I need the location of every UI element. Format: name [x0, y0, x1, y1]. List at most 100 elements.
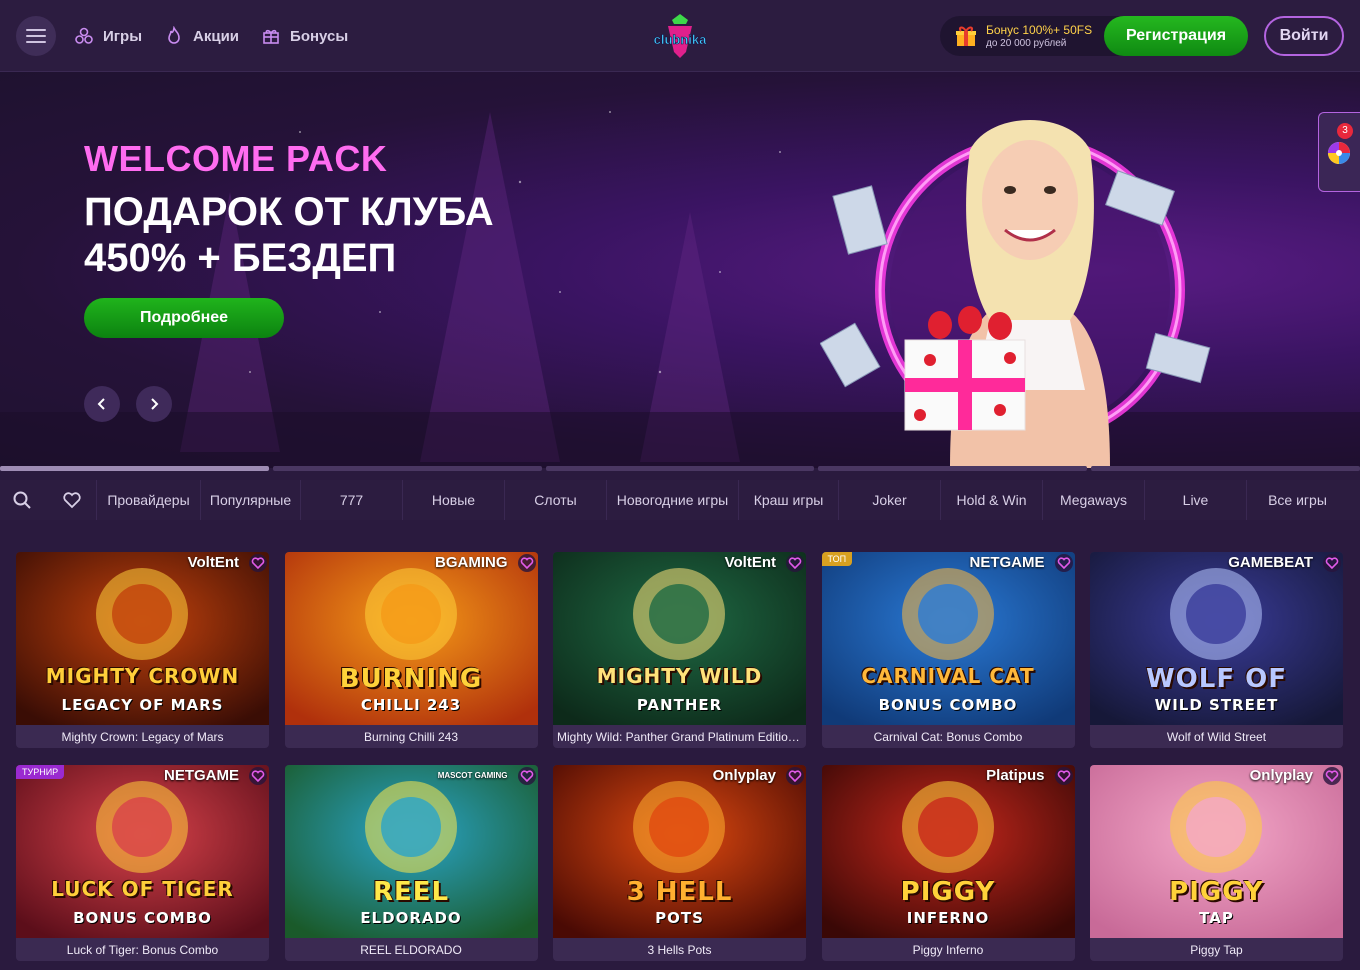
category-tab[interactable]: Новые — [402, 480, 504, 520]
game-title: Piggy Tap — [1190, 943, 1243, 957]
game-card[interactable]: 3 HELL POTS Onlyplay 3 Hells Pots — [553, 765, 806, 961]
provider-label: Onlyplay — [712, 767, 776, 784]
provider-label: GAMEBEAT — [1228, 554, 1313, 571]
favorite-button[interactable] — [1054, 767, 1073, 785]
game-thumbnail[interactable]: MIGHTY WILD PANTHER VoltEnt — [553, 552, 806, 725]
category-tab[interactable]: Live — [1144, 480, 1246, 520]
game-thumbnail[interactable]: REEL ELDORADO MASCOT GAMING — [284, 765, 538, 938]
game-thumbnail[interactable]: BURNING CHILLI 243 BGAMING — [284, 552, 538, 725]
favorite-button[interactable] — [786, 554, 804, 572]
favorite-button[interactable] — [517, 554, 536, 572]
burger-line — [26, 35, 46, 37]
nav-promotions[interactable]: Акции — [164, 24, 239, 48]
wheel-icon — [1328, 142, 1350, 164]
slide-indicator[interactable] — [818, 466, 1088, 471]
hero-subtitle: 450% + БЕЗДЕП — [84, 236, 397, 280]
nav-bonuses[interactable]: Бонусы — [261, 24, 348, 48]
fortune-wheel-widget[interactable]: 3 — [1318, 112, 1360, 192]
nav-games[interactable]: Игры — [74, 24, 142, 48]
provider-label: MASCOT GAMING — [437, 771, 508, 780]
heart-icon — [1057, 557, 1070, 570]
game-card[interactable]: MIGHTY WILD PANTHER VoltEnt Mighty Wild: Pa… — [553, 552, 806, 748]
next-slide-button[interactable] — [136, 386, 172, 422]
category-tab[interactable]: Joker — [838, 480, 940, 520]
game-thumbnail[interactable]: CARNIVAL CAT BONUS COMBO ТОП NETGAME — [821, 552, 1075, 725]
favorite-button[interactable] — [786, 767, 804, 785]
top-header: Игры Акции Бонусы clubnika Бонус 100%+ 5… — [0, 0, 1360, 72]
hero-kicker: WELCOME PACK — [84, 138, 388, 179]
slide-indicator[interactable] — [272, 466, 542, 471]
favorite-button[interactable] — [1323, 767, 1341, 785]
game-logo-line1: LUCK OF TIGER — [51, 877, 234, 901]
game-card[interactable]: CARNIVAL CAT BONUS COMBO ТОП NETGAME Carniva… — [821, 552, 1075, 748]
category-tab[interactable]: Все игры — [1246, 480, 1348, 520]
search-icon[interactable] — [12, 490, 32, 510]
prev-slide-button[interactable] — [84, 386, 120, 422]
game-card[interactable]: REEL ELDORADO MASCOT GAMING REEL ELDORADO — [284, 765, 538, 961]
game-logo-line2: BONUS COMBO — [73, 909, 212, 927]
game-thumbnail[interactable]: 3 HELL POTS Onlyplay — [553, 765, 806, 938]
favorite-button[interactable] — [249, 767, 267, 785]
game-title: 3 Hells Pots — [647, 943, 712, 957]
more-details-button[interactable]: Подробнее — [84, 298, 284, 338]
menu-button[interactable] — [16, 16, 56, 56]
heart-icon — [251, 770, 265, 783]
category-tab[interactable]: Новогодние игры — [606, 480, 738, 520]
category-tab[interactable]: 777 — [300, 480, 402, 520]
favorite-button[interactable] — [249, 554, 267, 572]
heart-icon — [1325, 557, 1339, 570]
favorites-heart-icon[interactable] — [62, 490, 82, 510]
gift-icon — [263, 29, 279, 44]
game-card[interactable]: BURNING CHILLI 243 BGAMING Burning Chilli 2… — [284, 552, 538, 748]
clubnika-logo[interactable]: clubnika — [650, 12, 710, 60]
game-thumbnail[interactable]: PIGGY TAP Onlyplay — [1090, 765, 1343, 938]
game-thumbnail[interactable]: LUCK OF TIGER BONUS COMBO ТУРНИР NETGAME — [16, 765, 269, 938]
slide-indicator[interactable] — [545, 466, 815, 471]
game-card[interactable]: PIGGY INFERNO Platipus Piggy Inferno — [821, 765, 1075, 961]
game-title: Luck of Tiger: Bonus Combo — [66, 943, 219, 957]
game-card[interactable]: MIGHTY CROWN LEGACY OF MARS VoltEnt Mighty … — [16, 552, 269, 748]
slide-indicator[interactable] — [0, 466, 269, 471]
game-logo-line2: LEGACY OF MARS — [61, 696, 224, 714]
favorite-button[interactable] — [1054, 554, 1073, 572]
slide-indicator[interactable] — [1091, 466, 1360, 471]
category-tab[interactable]: Краш игры — [738, 480, 838, 520]
login-button[interactable]: Войти — [1264, 16, 1344, 56]
chevron-left-icon — [97, 398, 105, 410]
game-logo-line1: WOLF OF — [1145, 664, 1288, 694]
heart-icon — [1057, 770, 1070, 783]
game-title: Wolf of Wild Street — [1166, 730, 1267, 744]
game-card[interactable]: PIGGY TAP Onlyplay Piggy Tap — [1090, 765, 1343, 961]
category-bar: Провайдеры Популярные 777 Новые Слоты Новогод… — [0, 480, 1360, 520]
category-tab[interactable]: Слоты — [504, 480, 606, 520]
gift-box-icon — [956, 26, 976, 46]
category-tab[interactable]: Hold & Win — [940, 480, 1042, 520]
notification-badge: 3 — [1337, 123, 1353, 139]
category-tab[interactable]: Популярные — [200, 480, 300, 520]
bonus-offer-text: Бонус 100%+ 50FS — [986, 23, 1093, 37]
game-logo-line2: CHILLI 243 — [360, 696, 462, 714]
register-button[interactable]: Регистрация — [1104, 16, 1248, 56]
game-card[interactable]: WOLF OF WILD STREET GAMEBEAT Wolf of Wild S… — [1090, 552, 1343, 748]
game-title: Burning Chilli 243 — [363, 730, 459, 744]
game-logo-line1: PIGGY — [900, 877, 996, 907]
game-logo-line1: CARNIVAL CAT — [861, 664, 1035, 688]
game-title: Mighty Crown: Legacy of Mars — [61, 730, 224, 744]
game-logo-line1: 3 HELL — [626, 877, 733, 907]
game-title: Carnival Cat: Bonus Combo — [873, 730, 1023, 744]
burger-line — [26, 29, 46, 31]
favorite-button[interactable] — [517, 767, 536, 785]
game-logo-line1: MIGHTY WILD — [596, 664, 763, 688]
svg-text:clubnika: clubnika — [654, 32, 708, 47]
games-icon — [75, 27, 93, 44]
favorite-button[interactable] — [1323, 554, 1341, 572]
category-tab[interactable]: Megaways — [1042, 480, 1144, 520]
game-thumbnail[interactable]: PIGGY INFERNO Platipus — [821, 765, 1075, 938]
game-thumbnail[interactable]: WOLF OF WILD STREET GAMEBEAT — [1090, 552, 1343, 725]
category-tab[interactable]: Провайдеры — [96, 480, 200, 520]
game-logo-line1: REEL — [372, 877, 450, 907]
game-logo-line2: WILD STREET — [1154, 696, 1279, 714]
game-logo-line2: TAP — [1199, 909, 1234, 927]
game-card[interactable]: LUCK OF TIGER BONUS COMBO ТУРНИР NETGAME Luc… — [16, 765, 269, 961]
game-thumbnail[interactable]: MIGHTY CROWN LEGACY OF MARS VoltEnt — [16, 552, 269, 725]
